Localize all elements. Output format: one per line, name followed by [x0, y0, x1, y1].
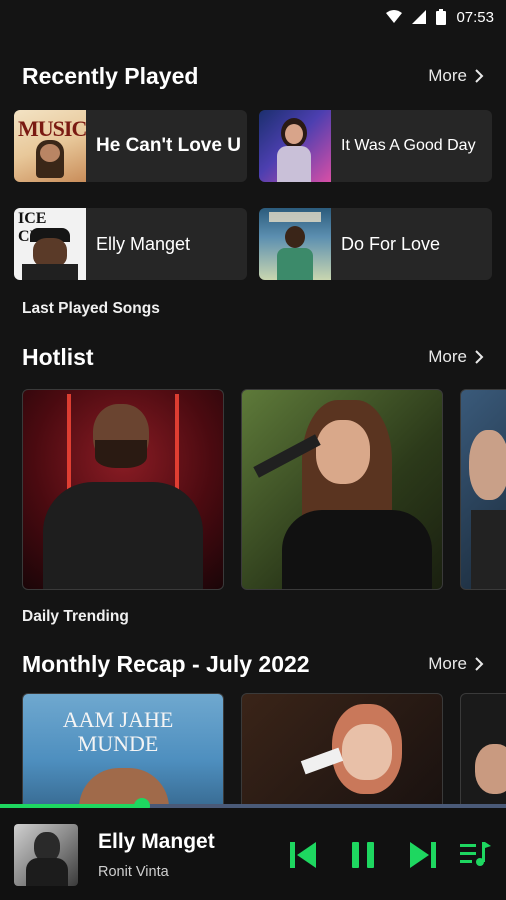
queue-icon[interactable]: [460, 842, 492, 868]
status-bar: 07:53: [0, 0, 506, 34]
hotlist-title: Hotlist: [22, 343, 94, 370]
hotlist-card-1[interactable]: [22, 389, 224, 590]
chevron-right-icon: [475, 657, 484, 671]
player-album-art: [14, 824, 78, 886]
player-track-title: Elly Manget: [98, 830, 215, 853]
monthly-recap-more-button[interactable]: More: [428, 654, 484, 674]
monthly-recap-title: Monthly Recap - July 2022: [22, 650, 310, 677]
hotlist-card-3[interactable]: [460, 389, 506, 590]
album-art: ICE CUBE: [14, 208, 86, 280]
card-overlay-text: AAM JAHE MUNDE: [62, 707, 174, 756]
recent-tile-label: Do For Love: [341, 233, 441, 254]
hotlist-more-button[interactable]: More: [428, 347, 484, 367]
recent-tile-label: Elly Manget: [96, 233, 191, 254]
wifi-icon: [386, 10, 403, 23]
signal-icon: [412, 10, 427, 24]
skip-next-icon[interactable]: [408, 840, 438, 870]
recent-tile-do-for-love[interactable]: Do For Love: [259, 208, 492, 280]
hotlist-card-2[interactable]: [241, 389, 443, 590]
recently-played-title: Recently Played: [22, 62, 199, 89]
more-label: More: [428, 347, 467, 366]
battery-icon: [436, 9, 447, 25]
album-art: [259, 110, 331, 182]
hotlist-header: Hotlist More: [0, 337, 506, 377]
pause-icon[interactable]: [350, 840, 376, 870]
recently-played-more-button[interactable]: More: [428, 66, 484, 86]
chevron-right-icon: [475, 69, 484, 83]
monthly-recap-header: Monthly Recap - July 2022 More: [0, 644, 506, 684]
more-label: More: [428, 66, 467, 85]
recently-played-header: Recently Played More: [0, 56, 506, 96]
monthly-card-1[interactable]: AAM JAHE MUNDE: [22, 693, 224, 804]
player-artist-name: Ronit Vinta: [98, 864, 169, 880]
recent-tile-elly-manget[interactable]: ICE CUBE Elly Manget: [14, 208, 247, 280]
album-art: MUSIC: [14, 110, 86, 182]
last-played-caption: Last Played Songs: [22, 300, 160, 317]
monthly-card-2[interactable]: [241, 693, 443, 804]
more-label: More: [428, 654, 467, 673]
recent-tile-label: He Can't Love U: [96, 135, 241, 156]
mini-player[interactable]: Elly Manget Ronit Vinta: [0, 808, 506, 900]
recent-tile-it-was-a-good-day[interactable]: It Was A Good Day: [259, 110, 492, 182]
skip-previous-icon[interactable]: [288, 840, 318, 870]
album-art: [259, 208, 331, 280]
chevron-right-icon: [475, 350, 484, 364]
daily-trending-caption: Daily Trending: [22, 608, 129, 625]
recent-tile-he-cant-love-u[interactable]: MUSIC He Can't Love U: [14, 110, 247, 182]
status-time: 07:53: [456, 8, 494, 26]
monthly-card-3[interactable]: [460, 693, 506, 804]
recent-tile-label: It Was A Good Day: [341, 137, 476, 154]
